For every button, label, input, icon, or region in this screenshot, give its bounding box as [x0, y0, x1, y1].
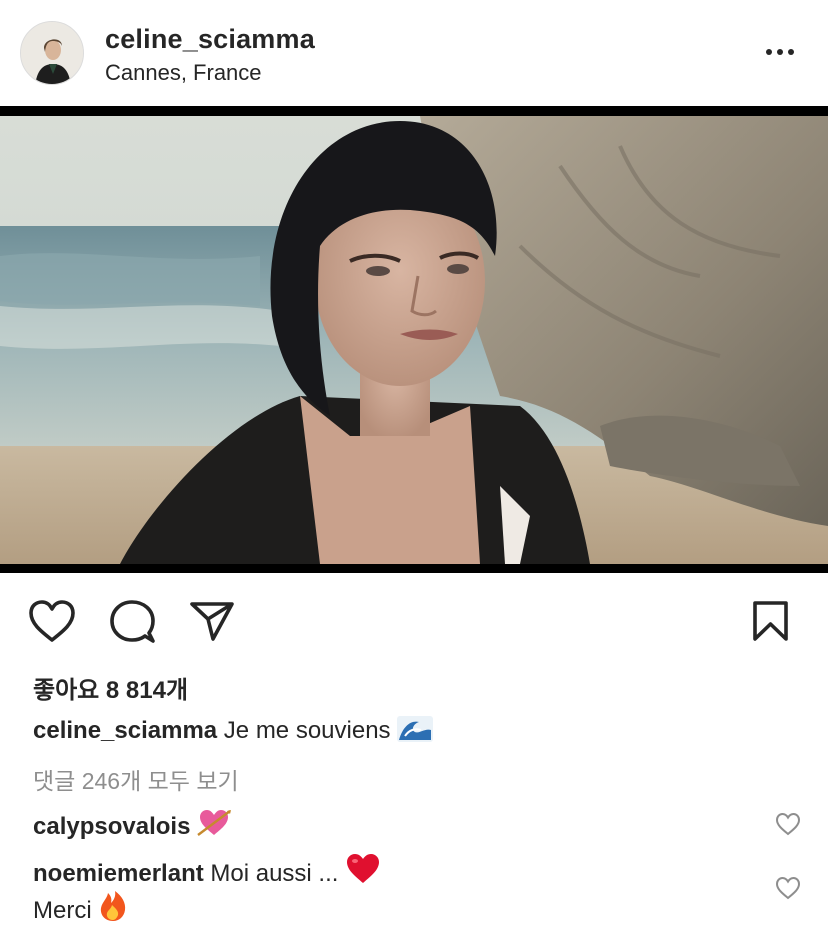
heart-with-arrow-emoji-icon — [197, 808, 232, 845]
comment-item: noemiemerlant Moi aussi ... — [33, 853, 381, 892]
like-comment-heart-icon[interactable] — [775, 812, 801, 836]
fire-emoji-icon — [98, 890, 128, 929]
dot — [777, 49, 783, 55]
comment-username[interactable]: noemiemerlant — [33, 860, 204, 887]
caption-text: Je me souviens — [223, 717, 391, 744]
comment-bubble-icon[interactable] — [110, 599, 156, 645]
comment-second-line: Merci — [33, 890, 128, 929]
wave-emoji-icon — [397, 716, 434, 749]
like-heart-icon[interactable] — [28, 599, 76, 643]
post-username[interactable]: celine_sciamma — [105, 24, 315, 55]
bookmark-save-icon[interactable] — [752, 600, 789, 642]
view-all-comments-link[interactable]: 댓글 246개 모두 보기 — [33, 762, 239, 796]
comment-item: calypsovalois — [33, 808, 232, 845]
comment-username[interactable]: calypsovalois — [33, 813, 190, 840]
post-caption: celine_sciamma Je me souviens — [33, 716, 434, 749]
avatar[interactable] — [20, 21, 84, 85]
more-options-icon[interactable] — [766, 46, 802, 60]
share-send-icon[interactable] — [189, 600, 235, 642]
caption-username[interactable]: celine_sciamma — [33, 717, 217, 744]
red-heart-emoji-icon — [345, 853, 381, 892]
like-comment-heart-icon[interactable] — [775, 876, 801, 900]
dot — [788, 49, 794, 55]
dot — [766, 49, 772, 55]
post-image[interactable] — [0, 106, 828, 573]
post-image-illustration — [0, 106, 828, 573]
action-bar — [0, 573, 828, 673]
avatar-image — [21, 22, 83, 84]
post-location[interactable]: Cannes, France — [105, 60, 262, 86]
likes-count[interactable]: 좋아요 8 814개 — [33, 670, 188, 705]
post-header: celine_sciamma Cannes, France — [0, 0, 828, 106]
comment-text: Merci — [33, 897, 92, 924]
comment-text: Moi aussi ... — [210, 860, 339, 887]
